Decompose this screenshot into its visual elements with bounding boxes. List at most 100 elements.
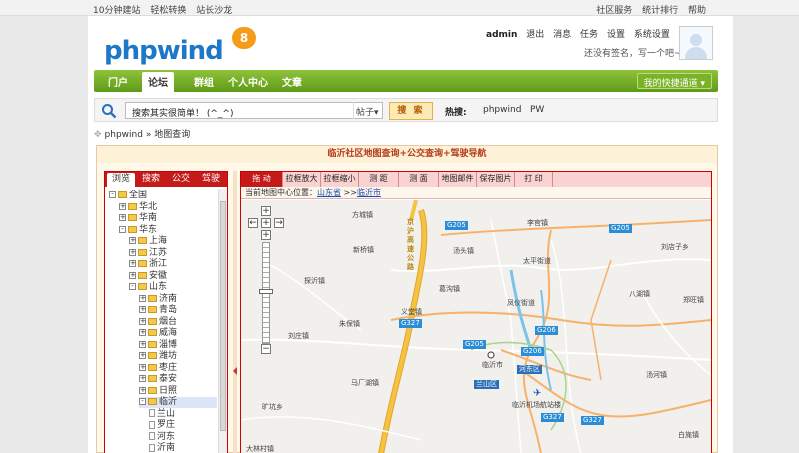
- tree-node[interactable]: + 淄博: [139, 340, 217, 351]
- nav-groups[interactable]: 群组: [194, 74, 214, 89]
- tab-browse[interactable]: 浏览: [107, 173, 135, 187]
- location-city-link[interactable]: 临沂市: [357, 188, 381, 197]
- tree-node[interactable]: + 潍坊: [139, 351, 217, 362]
- tree-node[interactable]: + 华北: [119, 202, 217, 213]
- collapse-icon[interactable]: -: [139, 398, 146, 405]
- tool-measure-area[interactable]: 测 面: [399, 172, 439, 187]
- tree-node[interactable]: - 全国: [109, 190, 217, 201]
- tool-map-email[interactable]: 地图邮件: [439, 172, 477, 187]
- top-link-convert[interactable]: 轻松转换: [150, 6, 186, 16]
- tree-node[interactable]: + 安徽: [129, 271, 217, 282]
- expand-icon[interactable]: +: [139, 340, 146, 348]
- pan-left-icon[interactable]: ←: [248, 218, 258, 228]
- expand-icon[interactable]: +: [129, 237, 136, 244]
- expand-icon[interactable]: +: [139, 294, 146, 302]
- tree-node-label: 全国: [129, 190, 148, 200]
- signature-prompt[interactable]: 还没有签名，写一个吧~: [584, 46, 682, 59]
- top-link-salon[interactable]: 站长沙龙: [196, 6, 232, 16]
- tree-node[interactable]: + 泰安: [139, 374, 217, 385]
- settings-link[interactable]: 设置: [607, 30, 625, 40]
- collapse-icon[interactable]: -: [109, 191, 116, 198]
- system-settings-link[interactable]: 系统设置: [634, 30, 670, 40]
- tree-node[interactable]: - 临沂: [139, 397, 217, 408]
- folder-icon: [148, 306, 157, 313]
- nav-forum[interactable]: 论坛: [142, 72, 174, 92]
- expand-icon[interactable]: +: [119, 202, 126, 210]
- expand-icon[interactable]: +: [139, 306, 146, 313]
- nav-articles[interactable]: 文章: [282, 74, 302, 89]
- expand-icon[interactable]: +: [139, 386, 146, 394]
- tree-node[interactable]: + 华南: [119, 213, 217, 224]
- search-scope-select[interactable]: 帖子▾: [353, 102, 383, 119]
- site-logo[interactable]: phpwind 8: [104, 24, 264, 68]
- nav-personal-center[interactable]: 个人中心: [228, 74, 268, 89]
- tree-node[interactable]: 罗庄: [149, 420, 217, 431]
- tree-scrollbar[interactable]: [218, 189, 227, 453]
- pan-center-icon[interactable]: +: [261, 218, 271, 228]
- tree-node[interactable]: + 威海: [139, 328, 217, 339]
- logout-link[interactable]: 退出: [526, 30, 544, 40]
- zoom-slider-thumb[interactable]: [259, 289, 273, 295]
- zoom-in-icon[interactable]: +: [261, 230, 271, 240]
- expand-icon[interactable]: +: [139, 363, 146, 371]
- tool-measure-distance[interactable]: 测 距: [359, 172, 399, 187]
- tree-node[interactable]: + 日照: [139, 386, 217, 397]
- collapse-icon[interactable]: -: [119, 225, 126, 233]
- tab-bus[interactable]: 公交: [167, 173, 195, 187]
- expand-icon[interactable]: +: [139, 352, 146, 359]
- top-link-stats[interactable]: 统计排行: [642, 6, 678, 16]
- tab-search[interactable]: 搜索: [137, 173, 165, 187]
- top-link-quick-build[interactable]: 10分钟建站: [93, 6, 140, 16]
- tree-scroll-thumb[interactable]: [220, 201, 226, 431]
- tool-zoom-in-box[interactable]: 拉框放大: [283, 172, 321, 187]
- zoom-out-icon[interactable]: −: [261, 344, 271, 354]
- nav-portal[interactable]: 门户: [108, 74, 128, 89]
- page-icon: [149, 432, 155, 440]
- tool-print[interactable]: 打 印: [515, 172, 553, 187]
- search-button[interactable]: 搜 索: [389, 102, 433, 120]
- quick-access-dropdown[interactable]: 我的快捷通道 ▾: [636, 73, 712, 89]
- map-canvas[interactable]: 方城镇 新桥镇 探沂镇 刘庄镇 朱保镇 义堂镇 临沂市 兰山区 河东区 马厂湖镇…: [241, 200, 711, 453]
- tool-pan[interactable]: 拖 动: [241, 172, 283, 187]
- tool-zoom-out-box[interactable]: 拉框缩小: [321, 172, 359, 187]
- tool-save-image[interactable]: 保存图片: [477, 172, 515, 187]
- tree-node[interactable]: 河东: [149, 432, 217, 443]
- search-input[interactable]: 搜索其实很简单！ (^_^): [125, 102, 383, 119]
- location-province-link[interactable]: 山东省: [317, 188, 341, 197]
- username-link[interactable]: admin: [486, 30, 517, 40]
- tasks-link[interactable]: 任务: [580, 30, 598, 40]
- hot-word-link[interactable]: phpwind: [483, 105, 521, 115]
- tree-node[interactable]: 兰山: [149, 409, 217, 420]
- tree-node[interactable]: + 青岛: [139, 305, 217, 316]
- expand-icon[interactable]: +: [129, 271, 136, 279]
- tree-node[interactable]: 沂南: [149, 443, 217, 453]
- top-link-help[interactable]: 帮助: [688, 6, 706, 16]
- top-link-community[interactable]: 社区服务: [596, 6, 632, 16]
- expand-icon[interactable]: +: [119, 214, 126, 221]
- user-box: admin 退出 消息 任务 设置 系统设置 还没有签名，写一个吧~: [486, 27, 682, 59]
- tree-node[interactable]: + 浙江: [129, 259, 217, 270]
- tree-node[interactable]: + 烟台: [139, 317, 217, 328]
- tree-node[interactable]: + 枣庄: [139, 363, 217, 374]
- tree-node[interactable]: + 上海: [129, 236, 217, 247]
- expand-icon[interactable]: +: [129, 248, 136, 256]
- messages-link[interactable]: 消息: [553, 30, 571, 40]
- expand-icon[interactable]: +: [139, 329, 146, 336]
- expand-icon[interactable]: +: [139, 317, 146, 325]
- pan-right-icon[interactable]: →: [274, 218, 284, 228]
- expand-icon[interactable]: +: [129, 260, 136, 267]
- panel-divider[interactable]: [233, 171, 237, 453]
- tab-driving[interactable]: 驾驶: [197, 173, 225, 187]
- tree-node[interactable]: - 山东: [129, 282, 217, 293]
- hot-word-link[interactable]: PW: [530, 105, 544, 115]
- avatar[interactable]: [679, 26, 713, 60]
- pan-up-icon[interactable]: +: [261, 206, 271, 216]
- breadcrumb-home[interactable]: phpwind: [105, 130, 143, 140]
- folder-icon: [148, 363, 157, 371]
- collapse-arrow-icon[interactable]: [233, 367, 237, 375]
- expand-icon[interactable]: +: [139, 375, 146, 382]
- tree-node[interactable]: + 江苏: [129, 248, 217, 259]
- collapse-icon[interactable]: -: [129, 283, 136, 290]
- tree-node[interactable]: + 济南: [139, 294, 217, 305]
- tree-node[interactable]: - 华东: [119, 225, 217, 236]
